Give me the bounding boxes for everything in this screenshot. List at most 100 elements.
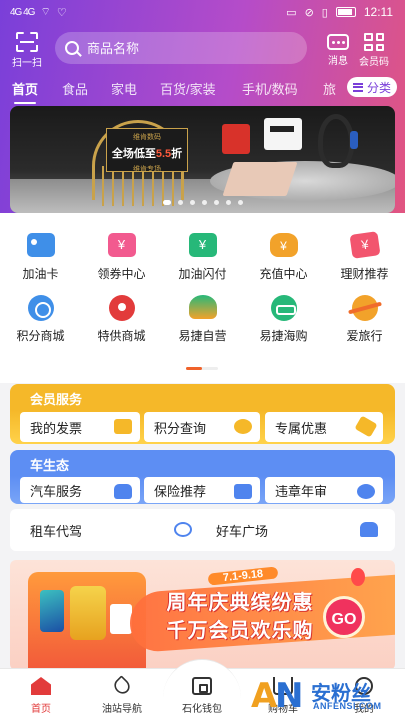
grid-item-label: 理财推荐 bbox=[340, 267, 389, 281]
grid-item-fuel-card[interactable]: 加油卡 bbox=[0, 233, 81, 282]
signal-icon: 4G 4G bbox=[10, 6, 35, 18]
nav-wallet[interactable]: 石化钱包 bbox=[167, 677, 237, 715]
cell-label: 汽车服务 bbox=[30, 483, 83, 499]
carousel-dot bbox=[213, 200, 219, 205]
vibrate-icon: ▯ bbox=[321, 6, 328, 19]
steering-wheel-icon bbox=[174, 522, 192, 537]
special-mall-icon bbox=[108, 295, 135, 321]
search-input[interactable] bbox=[87, 40, 287, 56]
member-code-button[interactable]: 会员码 bbox=[356, 32, 392, 68]
grid-item-points-mall[interactable]: 积分商城 bbox=[0, 295, 81, 344]
grid-item-self-operated[interactable]: 易捷自营 bbox=[162, 295, 243, 344]
promo-banner-carousel[interactable]: 维肯数码 全场低至5.5折 维肯专场 bbox=[10, 106, 395, 213]
navigation-icon bbox=[111, 675, 133, 697]
grid-item-overseas-shopping[interactable]: 易捷海购 bbox=[243, 295, 324, 344]
tab-food[interactable]: 食品 bbox=[62, 79, 88, 98]
recharge-icon bbox=[269, 233, 298, 257]
tab-digital[interactable]: 手机/数码 bbox=[242, 79, 298, 98]
heart-icon: ♡ bbox=[56, 6, 67, 19]
watermark-logo-n: N bbox=[275, 676, 304, 716]
member-services-title: 会员服务 bbox=[30, 392, 83, 407]
tab-travel[interactable]: 旅 bbox=[323, 79, 336, 98]
tab-home[interactable]: 首页 bbox=[12, 79, 38, 104]
scan-label: 扫一扫 bbox=[12, 58, 42, 69]
violation-icon bbox=[357, 484, 375, 499]
self-operated-icon bbox=[188, 295, 217, 319]
screenshot-icon: ▭ bbox=[286, 6, 297, 19]
top-bar: 扫一扫 消息 会员码 bbox=[0, 28, 405, 72]
scan-button[interactable]: 扫一扫 bbox=[10, 32, 44, 69]
my-invoice-button[interactable]: 我的发票 bbox=[20, 412, 140, 442]
cell-label: 违章年审 bbox=[275, 483, 328, 499]
balloon-icon bbox=[351, 568, 365, 586]
grid-page-indicator bbox=[186, 367, 218, 370]
cell-label: 我的发票 bbox=[30, 420, 83, 436]
violation-check-button[interactable]: 违章年审 bbox=[265, 477, 383, 503]
invoice-icon bbox=[114, 419, 132, 434]
cell-label: 专属优惠 bbox=[275, 420, 328, 436]
car-ecosystem-title: 车生态 bbox=[30, 458, 70, 473]
category-tabs: 首页 食品 家电 百货/家装 手机/数码 旅 分类 bbox=[0, 76, 405, 104]
nav-label: 油站导航 bbox=[102, 704, 142, 715]
oil-bottle-image bbox=[70, 586, 106, 640]
car-services-row-2: 租车代驾 好车广场 bbox=[10, 509, 395, 551]
carousel-dot bbox=[237, 200, 243, 205]
grid-item-label: 爱旅行 bbox=[346, 329, 383, 343]
status-bar: 4G 4G ⌔ ♡ ▭ ⊘ ▯ 12:11 bbox=[0, 0, 405, 24]
grid-item-label: 易捷自营 bbox=[178, 329, 227, 343]
banner-brand: 维肯数码 bbox=[133, 134, 161, 141]
message-button[interactable]: 消息 bbox=[320, 32, 356, 67]
message-icon bbox=[327, 34, 349, 50]
cell-label: 好车广场 bbox=[216, 523, 269, 539]
grid-item-coupon-center[interactable]: 领券中心 bbox=[81, 233, 162, 282]
cup-product-image bbox=[110, 604, 132, 634]
search-bar[interactable] bbox=[55, 32, 307, 64]
grid-item-special-mall[interactable]: 特供商城 bbox=[81, 295, 162, 344]
tab-home-goods[interactable]: 百货/家装 bbox=[160, 79, 216, 98]
tab-appliances[interactable]: 家电 bbox=[111, 79, 137, 98]
charger-image bbox=[222, 124, 250, 154]
grid-item-finance[interactable]: 理财推荐 bbox=[324, 231, 405, 282]
member-code-label: 会员码 bbox=[359, 57, 389, 68]
cell-label: 租车代驾 bbox=[30, 523, 83, 539]
site-watermark: A N 安粉丝 ANFENSI.COM bbox=[251, 676, 399, 716]
exclusive-offer-icon bbox=[354, 415, 378, 438]
exclusive-offer-button[interactable]: 专属优惠 bbox=[265, 412, 383, 442]
fuel-card-icon bbox=[26, 233, 55, 257]
points-mall-icon bbox=[27, 295, 54, 321]
clock: 12:11 bbox=[363, 5, 393, 19]
grid-item-flash-pay[interactable]: 加油闪付 bbox=[162, 233, 243, 282]
nav-home[interactable]: 首页 bbox=[6, 677, 76, 715]
grid-item-label: 易捷海购 bbox=[259, 329, 308, 343]
menu-icon bbox=[352, 82, 363, 92]
bottom-navigation: 首页 油站导航 石化钱包 购物车 我的 A N 安粉丝 ANFENSI.COM bbox=[0, 659, 405, 720]
promo-headline-1: 周年庆典缤纷惠 bbox=[166, 592, 314, 614]
carousel-dot bbox=[201, 200, 207, 205]
flash-pay-icon bbox=[188, 233, 217, 257]
grid-item-label: 加油闪付 bbox=[178, 267, 227, 281]
grid-item-recharge[interactable]: 充值中心 bbox=[243, 233, 324, 282]
points-query-icon bbox=[234, 419, 252, 434]
power-bank-pink-image bbox=[222, 162, 298, 196]
car-service-button[interactable]: 汽车服务 bbox=[20, 477, 140, 503]
go-button[interactable]: GO bbox=[323, 596, 365, 638]
nav-label: 首页 bbox=[31, 704, 51, 715]
grid-item-travel[interactable]: 爱旅行 bbox=[324, 295, 405, 344]
watermark-en: ANFENSI.COM bbox=[313, 701, 382, 711]
cell-label: 保险推荐 bbox=[154, 483, 207, 499]
coupon-center-icon bbox=[107, 233, 136, 257]
member-services-panel: 会员服务 我的发票 积分查询 专属优惠 bbox=[10, 384, 395, 444]
insurance-button[interactable]: 保险推荐 bbox=[144, 477, 260, 503]
car-rental-button[interactable]: 租车代驾 bbox=[20, 515, 200, 545]
nav-station-navigation[interactable]: 油站导航 bbox=[87, 675, 157, 715]
message-label: 消息 bbox=[328, 56, 348, 67]
category-button[interactable]: 分类 bbox=[346, 77, 397, 97]
points-query-button[interactable]: 积分查询 bbox=[144, 412, 260, 442]
car-plaza-button[interactable]: 好车广场 bbox=[206, 515, 386, 545]
nav-label: 石化钱包 bbox=[182, 704, 222, 715]
anniversary-promo-banner[interactable]: 7.1-9.18 周年庆典缤纷惠 千万会员欢乐购 GO bbox=[10, 560, 395, 670]
car-plaza-icon bbox=[360, 522, 378, 537]
scan-icon bbox=[16, 32, 38, 52]
grid-item-label: 积分商城 bbox=[16, 329, 65, 343]
overseas-shopping-icon bbox=[270, 295, 297, 321]
